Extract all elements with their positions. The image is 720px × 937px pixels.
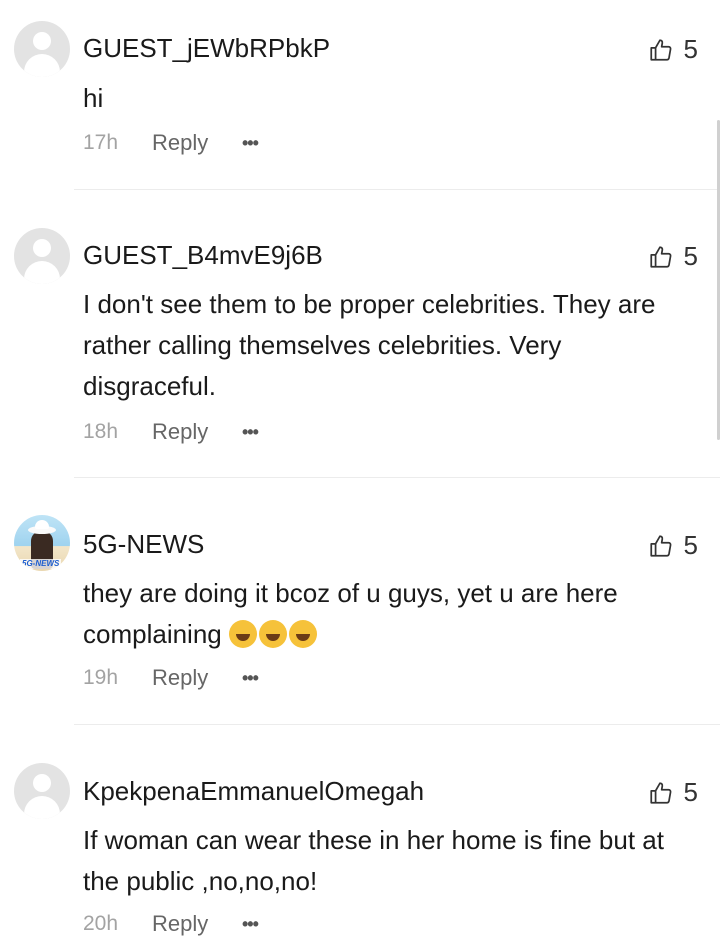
thumbs-up-icon [649,245,671,268]
comment-item: KpekpenaEmmanuelOmegah 5 If woman can we… [0,725,720,936]
more-options-icon[interactable]: ••• [242,133,259,154]
laughing-emoji-icon [228,620,257,648]
comment-text-block: they are doing it bcoz of u guys, yet u … [83,573,698,655]
like-button[interactable]: 5 [648,34,698,65]
like-button[interactable]: 5 [648,241,698,272]
reply-button[interactable]: Reply [152,419,242,445]
comment-meta: 18h Reply ••• [83,419,259,445]
more-options-icon[interactable]: ••• [242,668,259,689]
avatar-tag: 5G-NEWS [20,559,62,569]
reply-button[interactable]: Reply [152,130,242,156]
like-count: 5 [683,34,698,64]
comment-item: 5G-NEWS 5G-NEWS 5 they are doing it bcoz… [0,478,720,725]
thumbs-up-icon [649,534,671,557]
comment-text: they are doing it bcoz of u guys, yet u … [83,578,618,649]
thumbs-up-icon [649,781,671,804]
comment-meta: 17h Reply ••• [83,130,259,156]
like-button[interactable]: 5 [648,530,698,561]
more-options-icon[interactable]: ••• [242,422,259,443]
comment-text: hi [83,83,104,113]
comment-username[interactable]: 5G-NEWS [83,529,204,560]
laughing-emoji-icon [288,620,317,648]
comment-username[interactable]: KpekpenaEmmanuelOmegah [83,776,424,807]
like-button[interactable]: 5 [648,777,698,808]
default-avatar-icon[interactable] [14,763,70,819]
comment-text: I don't see them to be proper celebritie… [83,289,656,401]
default-avatar-icon[interactable] [14,21,70,77]
comment-username[interactable]: GUEST_B4mvE9j6B [83,240,323,271]
comment-username[interactable]: GUEST_jEWbRPbkP [83,33,330,64]
default-avatar-icon[interactable] [14,228,70,284]
comment-text: If woman can wear these in her home is f… [83,825,664,896]
like-count: 5 [683,777,698,807]
more-options-icon[interactable]: ••• [242,914,259,935]
comment-time: 19h [83,666,119,689]
comment-time: 18h [83,420,119,443]
laughing-emoji-icon [258,620,287,648]
reply-button[interactable]: Reply [152,665,242,691]
comment-item: GUEST_B4mvE9j6B 5 I don't see them to be… [0,190,720,478]
like-count: 5 [683,530,698,560]
comment-item: GUEST_jEWbRPbkP 5 hi 17h Reply ••• [0,0,720,190]
thumbs-up-icon [649,38,671,61]
comment-time: 20h [83,912,119,935]
comment-meta: 19h Reply ••• [83,665,259,691]
comment-meta: 20h Reply ••• [83,911,259,937]
reply-button[interactable]: Reply [152,911,242,937]
comment-time: 17h [83,131,119,154]
like-count: 5 [683,241,698,271]
profile-photo-avatar[interactable]: 5G-NEWS [14,515,70,571]
